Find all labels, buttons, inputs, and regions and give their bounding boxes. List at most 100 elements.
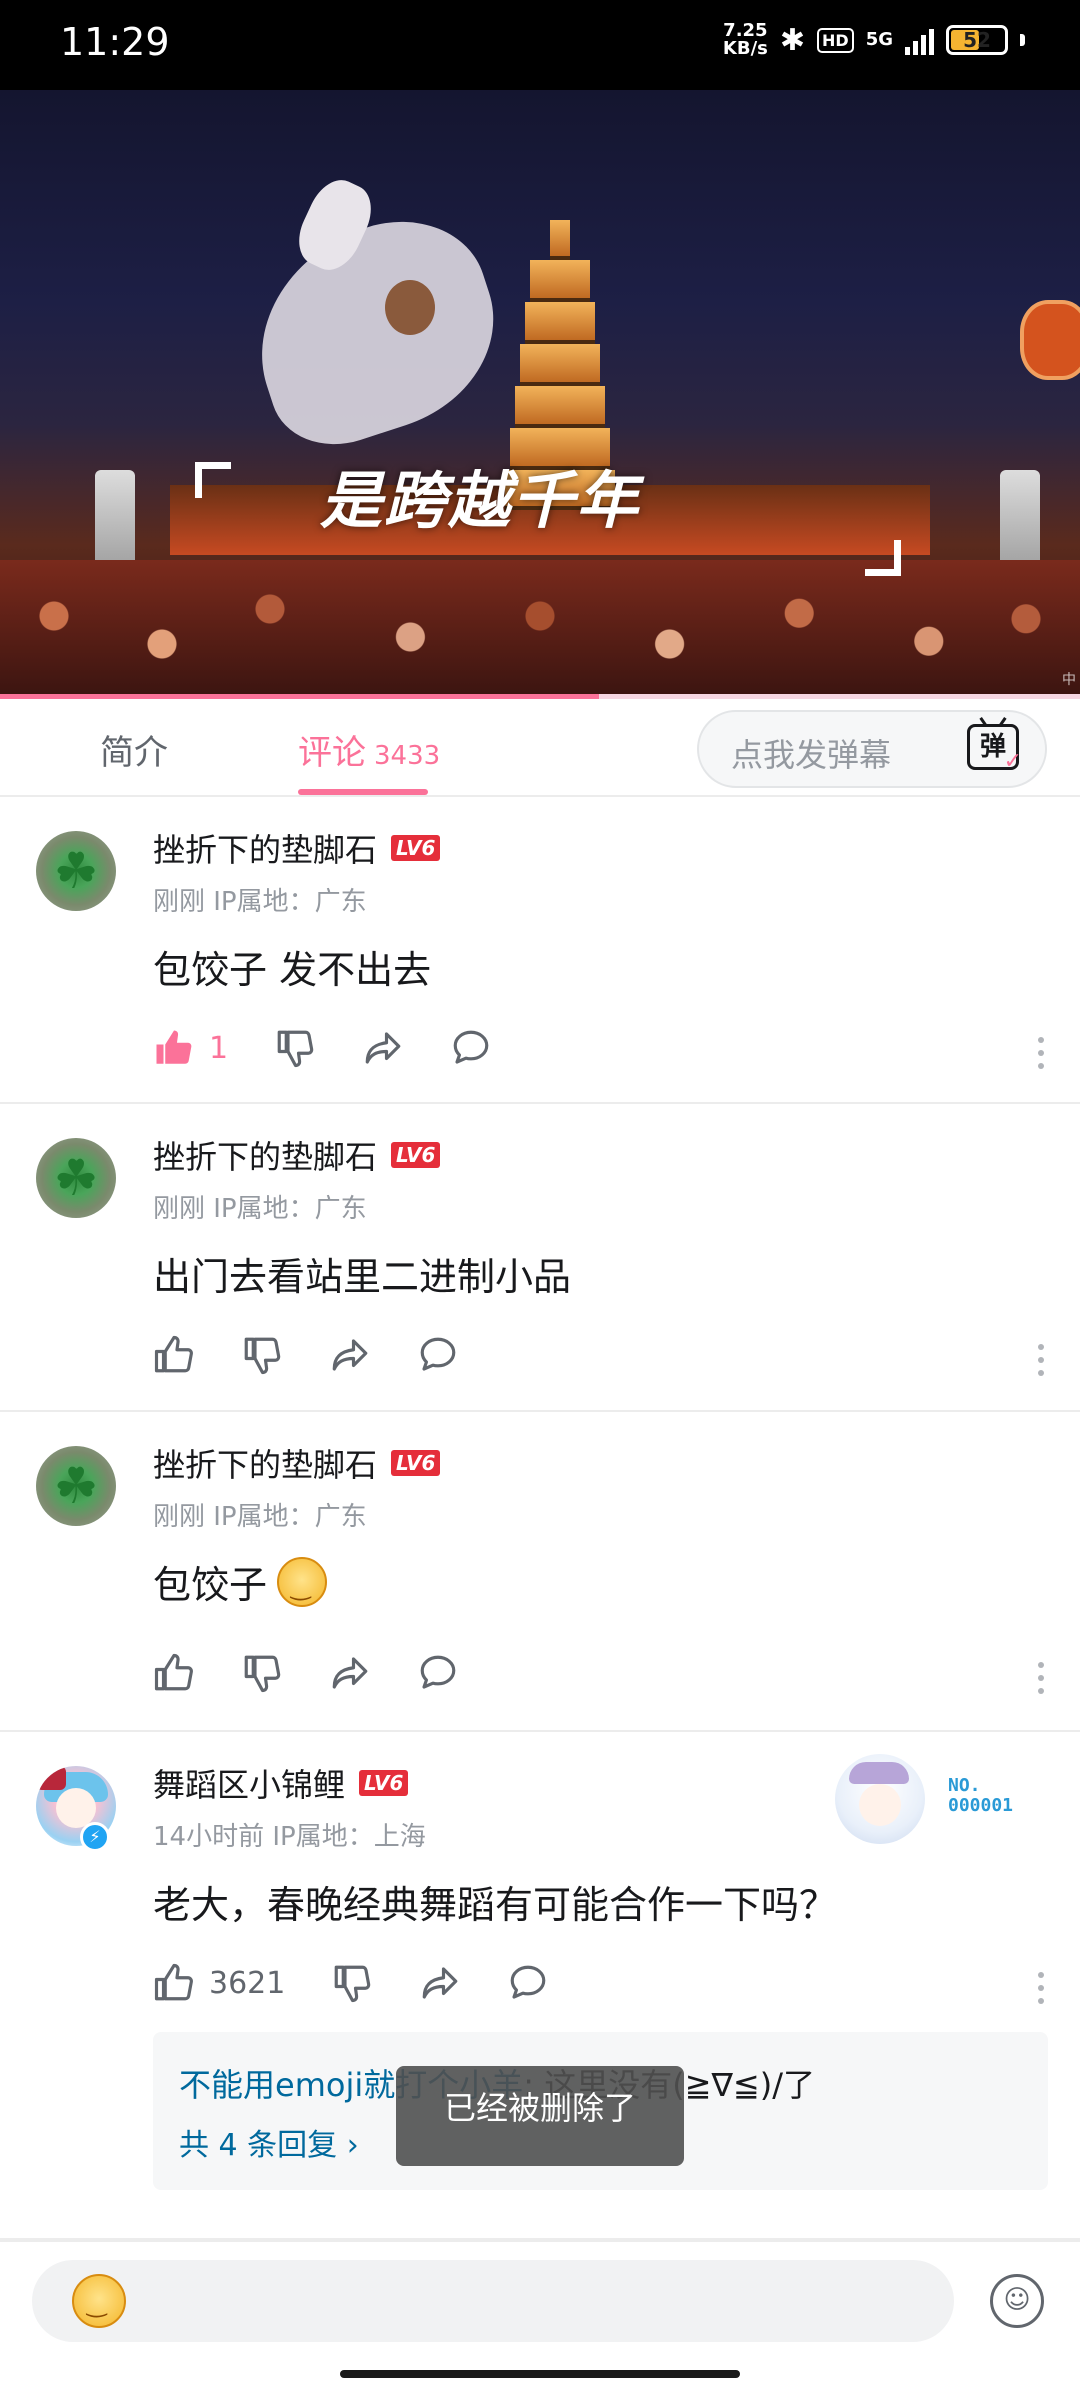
bluetooth-icon: ✱ (779, 22, 806, 58)
comment-input[interactable] (32, 2260, 954, 2342)
username-text: 挫折下的垫脚石 (153, 831, 378, 869)
more-options-icon[interactable] (1038, 1037, 1046, 1069)
more-options-icon[interactable] (1038, 1662, 1046, 1694)
reply-button[interactable] (450, 1027, 492, 1069)
avatar[interactable]: ☘ (36, 1138, 116, 1218)
danmaku-input[interactable]: 点我发弹幕 弹 ✓ (697, 710, 1047, 788)
comment-actions (153, 1652, 505, 1694)
fan-badge-avatar[interactable] (835, 1754, 925, 1844)
tab-comments-label: 评论 (298, 733, 366, 773)
thumb-down-icon (335, 1965, 371, 2003)
video-scene-decoration (1020, 300, 1080, 380)
reply-button[interactable] (417, 1334, 459, 1376)
like-button[interactable] (153, 1334, 195, 1376)
comment-bubble-icon (453, 1030, 489, 1064)
level-badge: LV6 (391, 835, 441, 861)
tabs-bar: 简介 评论 3433 点我发弹幕 弹 ✓ (0, 699, 1080, 797)
share-button[interactable] (329, 1334, 371, 1376)
username-text: 挫折下的垫脚石 (153, 1446, 378, 1484)
username-text: 舞蹈区小锦鲤 (153, 1766, 346, 1804)
view-replies-link[interactable]: 共 4 条回复 › (179, 2120, 359, 2164)
reply-button[interactable] (417, 1652, 459, 1694)
thumb-up-icon (154, 1335, 193, 1373)
tab-comments-count: 3433 (374, 741, 441, 771)
comment-username[interactable]: 挫折下的垫脚石 LV6 (153, 1132, 441, 1178)
reply-button[interactable] (507, 1962, 549, 2004)
network-type: 5G (865, 29, 893, 50)
thumb-up-icon (154, 1963, 193, 2001)
video-caption: 是跨越千年 (320, 464, 641, 537)
dislike-button[interactable] (274, 1027, 316, 1069)
share-icon (332, 1657, 368, 1689)
fullscreen-corner (195, 462, 231, 498)
like-button[interactable]: 1 (153, 1027, 228, 1069)
video-watermark: 中 (1062, 672, 1076, 688)
hd-icon: HD (817, 27, 854, 53)
emoji-panel-icon[interactable]: ☺ (990, 2274, 1044, 2328)
comment-item: ☘ 挫折下的垫脚石 LV6 刚刚 IP属地：广东 包饺子 (0, 1412, 1080, 1732)
thumb-up-icon (156, 1030, 192, 1064)
level-badge: LV6 (391, 1142, 441, 1168)
thumb-down-icon (244, 1655, 281, 1693)
status-bar: 11:29 7.25 KB/s ✱ HD 5G 52 (0, 0, 1080, 90)
home-indicator[interactable] (340, 2370, 740, 2378)
avatar[interactable]: ☘ (36, 831, 116, 911)
signal-icon (905, 25, 934, 55)
level-badge: LV6 (359, 1770, 409, 1796)
comment-content: 包饺子 发不出去 (153, 948, 432, 992)
video-scene-dancer (215, 170, 521, 463)
comment-meta: 14小时前 IP属地：上海 (153, 1822, 426, 1852)
comment-username[interactable]: 挫折下的垫脚石 LV6 (153, 1440, 441, 1486)
video-player[interactable]: 是跨越千年 中 (0, 90, 1080, 697)
net-speed-unit: KB/s (722, 38, 768, 59)
comment-actions (153, 1334, 505, 1376)
like-count: 3621 (209, 1965, 286, 2001)
like-button[interactable]: 3621 (153, 1962, 285, 2004)
share-button[interactable] (362, 1027, 404, 1069)
comment-actions: 1 (153, 1027, 538, 1069)
comment-content: 包饺子 (153, 1554, 328, 1609)
dislike-button[interactable] (331, 1962, 373, 2004)
avatar[interactable]: ☘ (36, 1446, 116, 1526)
comment-actions: 3621 (153, 1962, 595, 2004)
more-options-icon[interactable] (1038, 1972, 1046, 2004)
dislike-button[interactable] (241, 1652, 283, 1694)
grin-emoji-icon (72, 2274, 126, 2328)
comment-content: 老大，春晚经典舞蹈有可能合作一下吗？ (153, 1883, 838, 1927)
comment-item: ☘ 挫折下的垫脚石 LV6 刚刚 IP属地：广东 包饺子 发不出去 1 (0, 797, 1080, 1104)
comment-content: 出门去看站里二进制小品 (153, 1255, 572, 1299)
comment-bubble-icon (511, 1965, 546, 1999)
fan-number-value: 000001 (948, 1795, 1014, 1816)
like-count: 1 (209, 1030, 229, 1066)
comment-meta: 刚刚 IP属地：广东 (153, 887, 367, 917)
video-scene-crowd (0, 560, 1080, 697)
danmaku-icon-label: 弹 (979, 732, 1006, 762)
share-icon (365, 1032, 401, 1064)
dislike-button[interactable] (241, 1334, 283, 1376)
level-badge: LV6 (391, 1450, 441, 1476)
battery-level: 52 (963, 28, 991, 52)
grin-emoji-icon (277, 1556, 328, 1607)
fan-number-label: NO. (948, 1775, 981, 1796)
tab-comments[interactable]: 评论 3433 (298, 725, 440, 774)
fan-number: NO. 000001 (948, 1776, 1013, 1816)
toast-message: 已经被删除了 (396, 2066, 684, 2166)
comment-username[interactable]: 挫折下的垫脚石 LV6 (153, 825, 441, 871)
fullscreen-corner (865, 540, 901, 576)
share-button[interactable] (419, 1962, 461, 2004)
net-speed: 7.25 KB/s (723, 22, 768, 58)
share-button[interactable] (329, 1652, 371, 1694)
thumb-down-icon (244, 1337, 281, 1375)
like-button[interactable] (153, 1652, 195, 1694)
comment-meta: 刚刚 IP属地：广东 (153, 1502, 367, 1532)
danmaku-placeholder: 点我发弹幕 (731, 736, 892, 774)
danmaku-icon[interactable]: 弹 ✓ (967, 724, 1022, 773)
status-time: 11:29 (60, 20, 170, 64)
comment-username[interactable]: 舞蹈区小锦鲤 LV6 (153, 1760, 409, 1806)
thumb-down-icon (277, 1030, 314, 1068)
comment-item: ☘ 挫折下的垫脚石 LV6 刚刚 IP属地：广东 出门去看站里二进制小品 (0, 1104, 1080, 1412)
comment-bubble-icon (420, 1337, 456, 1371)
more-options-icon[interactable] (1038, 1344, 1046, 1376)
tab-intro[interactable]: 简介 (100, 725, 168, 774)
thumb-up-icon (154, 1653, 193, 1691)
